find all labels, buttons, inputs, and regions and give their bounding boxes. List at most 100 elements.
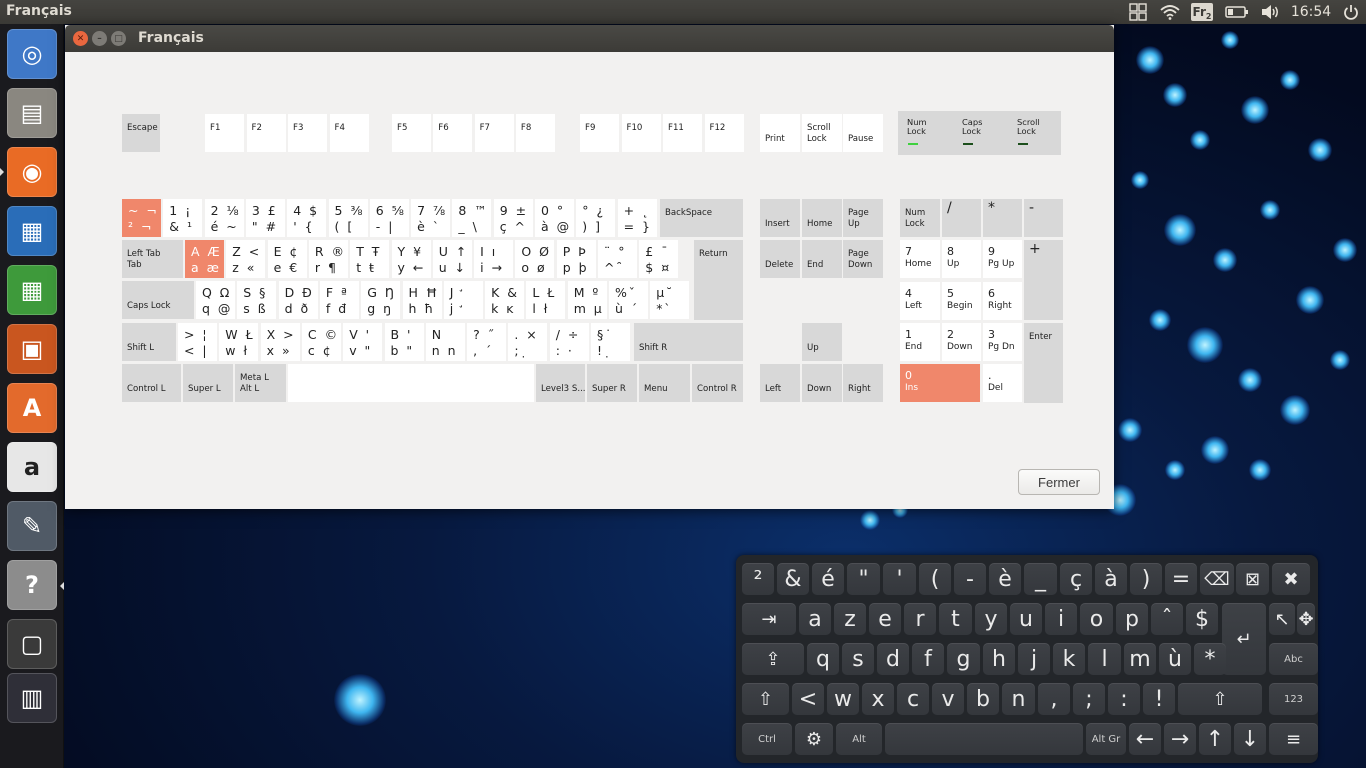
onboard-key[interactable]: l: [1088, 643, 1121, 675]
key-bracketright[interactable]: £ ¯ $ ¤: [639, 240, 679, 278]
key-control-l[interactable]: Control L: [122, 364, 181, 402]
onboard-key[interactable]: !: [1143, 683, 1175, 715]
onboard-key[interactable]: ): [1130, 563, 1162, 595]
launcher-libreoffice-writer-icon[interactable]: ▦: [7, 206, 57, 256]
key-l[interactable]: L Ł l ł: [526, 281, 566, 319]
onboard-key[interactable]: ↵: [1222, 603, 1266, 675]
key-kp-3[interactable]: 3 Pg Dn: [983, 323, 1022, 361]
key-insert[interactable]: Insert: [760, 199, 800, 237]
key-kp-5[interactable]: 5 Begin: [942, 282, 981, 320]
key-left[interactable]: Left: [760, 364, 800, 402]
onboard-key[interactable]: ⇧: [742, 683, 789, 715]
onboard-key[interactable]: ⊠: [1236, 563, 1269, 595]
key-equal[interactable]: + ˛ = }: [617, 199, 657, 237]
onboard-key[interactable]: è: [989, 563, 1021, 595]
key-f10[interactable]: F10: [621, 114, 661, 152]
key-kp-divide[interactable]: /: [942, 199, 981, 237]
key-kp-subtract[interactable]: -: [1024, 199, 1063, 237]
key-j[interactable]: J ̛ j ̛: [443, 281, 483, 319]
key-comma[interactable]: ? ˝ , ´: [467, 323, 507, 361]
key-f1[interactable]: F1: [205, 114, 244, 152]
key-kp-6[interactable]: 6 Right: [983, 282, 1022, 320]
key-end[interactable]: End: [802, 240, 842, 278]
onboard-key[interactable]: j: [1018, 643, 1050, 675]
key-home[interactable]: Home: [802, 199, 842, 237]
key-f6[interactable]: F6: [433, 114, 473, 152]
launcher-libreoffice-calc-icon[interactable]: ▦: [7, 265, 57, 315]
close-window-icon[interactable]: ✕: [73, 31, 88, 46]
key-b[interactable]: B ' b ": [384, 323, 424, 361]
onboard-key[interactable]: ✥: [1297, 603, 1315, 635]
key-o[interactable]: O Ø o ø: [515, 240, 555, 278]
onboard-key[interactable]: 123: [1269, 683, 1318, 715]
key-x[interactable]: X > x »: [260, 323, 300, 361]
key-scroll-lock[interactable]: Scroll Lock: [802, 114, 842, 152]
onboard-key[interactable]: s: [842, 643, 874, 675]
onboard-key[interactable]: o: [1080, 603, 1113, 635]
onboard-key[interactable]: ⇪: [742, 643, 804, 675]
launcher-firefox-icon[interactable]: ◉: [7, 147, 57, 197]
launcher-workspaces-icon[interactable]: ▥: [7, 673, 57, 723]
key-kp-4[interactable]: 4 Left: [900, 282, 940, 320]
onboard-key[interactable]: à: [1095, 563, 1127, 595]
onboard-key[interactable]: b: [967, 683, 999, 715]
battery-icon[interactable]: [1224, 3, 1250, 21]
key-w[interactable]: W Ł w ł: [219, 323, 259, 361]
launcher-files-icon[interactable]: ▤: [7, 88, 57, 138]
key-menu[interactable]: Menu: [639, 364, 690, 402]
key-v[interactable]: V ' v ": [343, 323, 383, 361]
key-exclam[interactable]: § ̇ ! ̣: [591, 323, 630, 361]
onboard-key[interactable]: t: [939, 603, 972, 635]
key-kp-multiply[interactable]: *: [983, 199, 1022, 237]
onboard-key[interactable]: ≡: [1269, 723, 1318, 755]
onboard-key[interactable]: ↓: [1234, 723, 1266, 755]
key-kp-8[interactable]: 8 Up: [942, 240, 981, 278]
key-f3[interactable]: F3: [288, 114, 327, 152]
key-backspace[interactable]: BackSpace: [660, 199, 743, 237]
key-q[interactable]: Q Ω q @: [196, 281, 235, 319]
key-shift-r[interactable]: Shift R: [634, 323, 743, 361]
onboard-key[interactable]: f: [912, 643, 944, 675]
launcher-help-icon[interactable]: ?: [7, 560, 57, 610]
onboard-key[interactable]: ⚙: [795, 723, 833, 755]
onboard-key[interactable]: ⇧: [1178, 683, 1262, 715]
onboard-key[interactable]: p: [1116, 603, 1148, 635]
power-icon[interactable]: [1341, 3, 1361, 21]
volume-icon[interactable]: [1259, 3, 1281, 21]
key-6[interactable]: 6 ⅝ - |: [369, 199, 409, 237]
keyboard-layout-icon[interactable]: Fr 2: [1191, 3, 1213, 21]
onboard-key[interactable]: z: [834, 603, 866, 635]
maximize-window-icon[interactable]: □: [111, 31, 126, 46]
key-f2[interactable]: F2: [246, 114, 286, 152]
key-f4[interactable]: F4: [329, 114, 369, 152]
key-a[interactable]: A Æ a æ: [185, 240, 224, 278]
onboard-key[interactable]: ↑: [1199, 723, 1231, 755]
key-h[interactable]: H Ħ h ħ: [402, 281, 442, 319]
onboard-key[interactable]: [885, 723, 1083, 755]
onboard-key[interactable]: h: [983, 643, 1015, 675]
key-apostrophe[interactable]: % ̌ ù ´: [609, 281, 648, 319]
onboard-key[interactable]: v: [932, 683, 964, 715]
key-tab[interactable]: Left Tab Tab: [122, 240, 183, 278]
onboard-key[interactable]: ⌫: [1200, 563, 1234, 595]
onboard-key[interactable]: →: [1164, 723, 1196, 755]
key-k[interactable]: K & k ĸ: [485, 281, 525, 319]
key-up[interactable]: Up: [802, 323, 842, 361]
key-f12[interactable]: F12: [704, 114, 744, 152]
launcher-ubuntu-dash-icon[interactable]: ◎: [7, 29, 57, 79]
key-space[interactable]: [288, 364, 534, 402]
onboard-key[interactable]: (: [919, 563, 951, 595]
key-5[interactable]: 5 ⅜ ( [: [328, 199, 368, 237]
key-4[interactable]: 4 $ ' {: [287, 199, 327, 237]
key-f7[interactable]: F7: [474, 114, 514, 152]
onboard-key[interactable]: =: [1165, 563, 1197, 595]
key-8[interactable]: 8 ™ _ \: [452, 199, 492, 237]
onboard-key[interactable]: w: [827, 683, 859, 715]
onboard-key[interactable]: Alt Gr: [1086, 723, 1126, 755]
onboard-key[interactable]: ': [883, 563, 916, 595]
key-print[interactable]: Print: [760, 114, 800, 152]
key-3[interactable]: 3 £ " #: [245, 199, 285, 237]
key-asterisk[interactable]: µ ̆ * ̀: [650, 281, 690, 319]
key-f[interactable]: F ª f đ: [319, 281, 359, 319]
clock[interactable]: 16:54: [1289, 3, 1333, 21]
